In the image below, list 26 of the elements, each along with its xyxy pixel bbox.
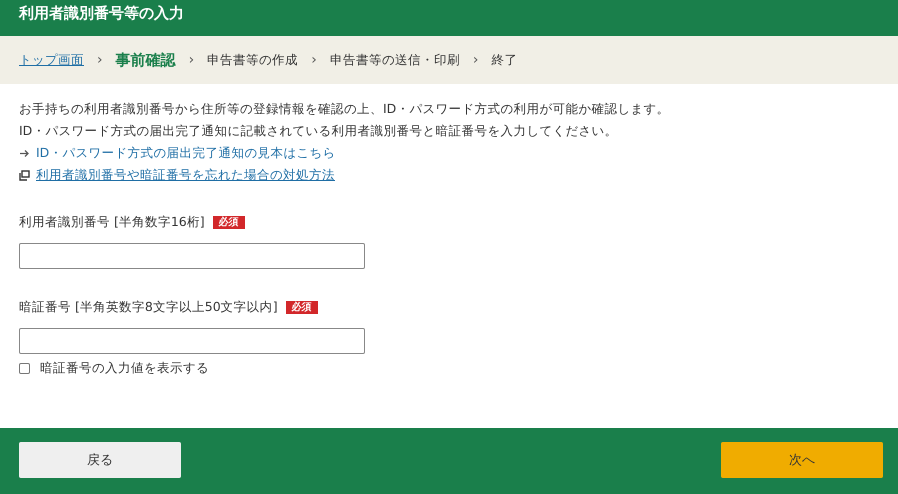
breadcrumb-step: 終了 <box>491 52 518 68</box>
input-field[interactable] <box>19 243 365 269</box>
field-label: 利用者識別番号 [半角数字16桁] <box>19 214 205 231</box>
checkbox-label[interactable]: 暗証番号の入力値を表示する <box>40 360 209 377</box>
breadcrumb-separator: › <box>311 52 317 68</box>
intro-text: ID・パスワード方式の届出完了通知に記載されている利用者識別番号と暗証番号を入力してください。 <box>19 122 618 140</box>
breadcrumb-separator: › <box>472 52 478 68</box>
breadcrumb-step: 申告書等の作成 <box>207 52 298 68</box>
checkbox[interactable] <box>19 363 30 374</box>
required-badge: 必須 <box>212 216 245 229</box>
field-label: 暗証番号 [半角英数字8文字以上50文字以内] <box>19 299 278 316</box>
input-field[interactable] <box>19 328 365 354</box>
next-button[interactable]: 次へ <box>721 442 883 478</box>
breadcrumb-separator: › <box>97 52 103 68</box>
page-title: 利用者識別番号等の入力 <box>19 3 184 24</box>
breadcrumb-step: 申告書等の送信・印刷 <box>330 52 460 68</box>
required-badge: 必須 <box>286 301 318 314</box>
arrow-icon <box>19 148 30 158</box>
breadcrumb-separator: › <box>188 52 194 68</box>
intro-text: お手持ちの利用者識別番号から住所等の登録情報を確認の上、ID・パスワード方式の利用が可能か確認します。 <box>19 100 670 118</box>
breadcrumb-link[interactable]: トップ画面 <box>19 52 84 68</box>
new-window-icon <box>19 170 30 180</box>
help-link[interactable]: ID・パスワード方式の届出完了通知の見本はこちら <box>36 142 336 164</box>
help-link[interactable]: 利用者識別番号や暗証番号を忘れた場合の対処方法 <box>36 164 335 186</box>
back-button[interactable]: 戻る <box>19 442 181 478</box>
breadcrumb-current-step: 事前確認 <box>116 50 176 70</box>
